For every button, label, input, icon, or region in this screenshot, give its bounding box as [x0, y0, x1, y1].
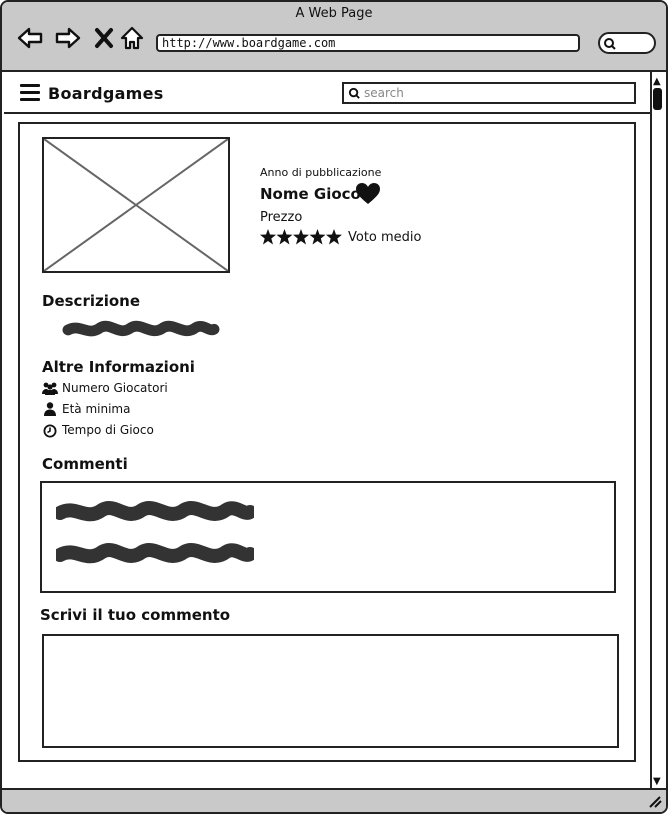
game-name: Nome Gioco	[260, 185, 361, 203]
scroll-up-icon[interactable]: ▲	[653, 76, 661, 87]
info-item-players: Numero Giocatori	[62, 381, 168, 395]
star-icon	[309, 229, 326, 245]
scroll-down-icon[interactable]: ▼	[653, 776, 661, 787]
clock-icon	[43, 424, 57, 438]
star-icon	[326, 229, 342, 245]
menu-icon[interactable]	[20, 84, 40, 101]
info-item-play-time: Tempo di Gioco	[62, 423, 154, 437]
rating-stars	[260, 229, 342, 245]
home-icon[interactable]	[118, 24, 146, 52]
browser-search-button[interactable]	[598, 32, 656, 54]
close-icon[interactable]	[90, 24, 118, 52]
comments-heading: Commenti	[42, 455, 128, 473]
window-title: A Web Page	[295, 6, 373, 21]
info-item-min-age: Età minima	[62, 402, 131, 416]
back-icon[interactable]	[16, 24, 44, 52]
price-label: Prezzo	[260, 210, 303, 225]
description-text-placeholder	[62, 320, 220, 337]
comment-text-placeholder	[56, 543, 254, 564]
image-placeholder-icon	[43, 138, 229, 272]
url-field[interactable]: http://www.boardgame.com	[156, 34, 580, 52]
search-icon	[604, 38, 616, 50]
scroll-thumb[interactable]	[653, 88, 662, 110]
rating-label: Voto medio	[348, 230, 422, 245]
browser-window: A Web Page http://www.boardgame.com Boar…	[0, 0, 668, 814]
status-bar	[2, 788, 666, 812]
search-input[interactable]: search	[342, 82, 636, 104]
players-icon	[42, 382, 58, 395]
brand-title: Boardgames	[48, 84, 164, 103]
scrollbar[interactable]	[650, 72, 666, 790]
comment-textarea[interactable]	[42, 634, 619, 748]
resize-grip-icon[interactable]	[646, 794, 662, 808]
comment-text-placeholder	[56, 501, 254, 522]
star-icon	[276, 229, 293, 245]
game-image-placeholder	[42, 137, 230, 273]
write-comment-heading: Scrivi il tuo commento	[40, 606, 231, 624]
other-info-heading: Altre Informazioni	[42, 358, 195, 376]
search-icon	[348, 87, 360, 99]
star-icon	[260, 229, 276, 245]
comments-box	[40, 481, 616, 593]
user-icon	[44, 402, 56, 416]
heart-icon[interactable]	[355, 182, 381, 206]
forward-icon[interactable]	[54, 24, 82, 52]
year-label: Anno di pubblicazione	[260, 166, 382, 179]
description-heading: Descrizione	[42, 292, 141, 310]
star-icon	[293, 229, 309, 245]
